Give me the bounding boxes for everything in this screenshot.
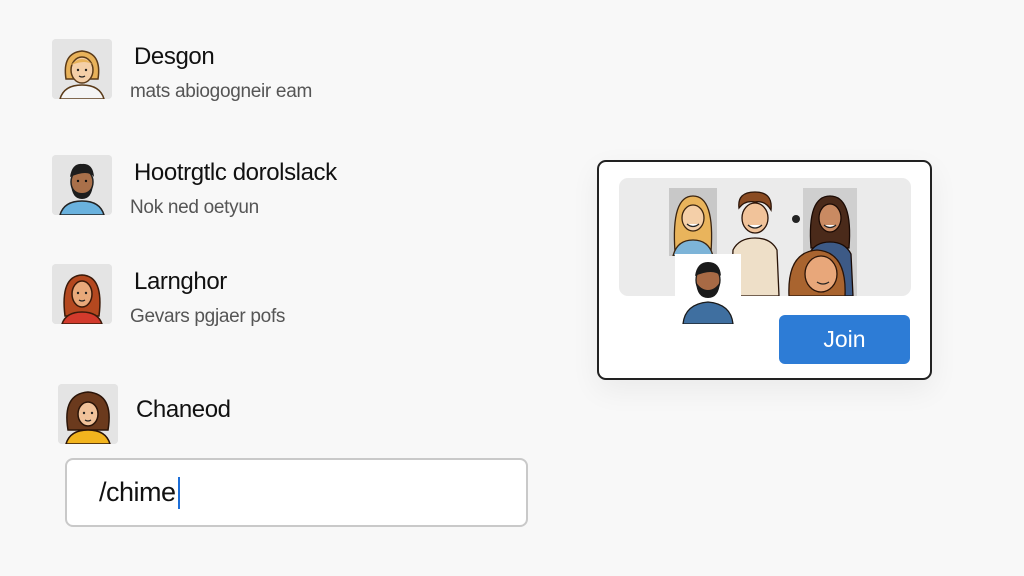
video-call-card: Join [597, 160, 932, 380]
user-avatar[interactable] [52, 155, 112, 215]
message-author[interactable]: Chaneod [136, 396, 231, 424]
chat-window: Desgon mats abiogogneir eam Hootrgtlc do… [0, 0, 1024, 576]
user-avatar[interactable] [52, 39, 112, 99]
woman-curly-hair-avatar-icon [58, 384, 118, 444]
woman-red-hair-avatar-icon [52, 264, 112, 324]
participant-tile [675, 254, 741, 324]
woman-waving-icon [788, 249, 846, 296]
call-participants-preview [619, 178, 911, 296]
user-avatar[interactable] [58, 384, 118, 444]
message-text: mats abiogogneir eam [130, 81, 312, 102]
blonde-woman-icon [672, 195, 714, 256]
microphone-dot-icon [789, 212, 803, 226]
woman-blonde-avatar-icon [52, 39, 112, 99]
text-caret [177, 476, 180, 509]
participant-tile [777, 244, 857, 296]
message-author[interactable]: Desgon [134, 43, 215, 71]
message-composer-input[interactable]: /chime [65, 458, 528, 527]
message-text: Nok ned oetyun [130, 197, 259, 218]
message-text: Gevars pgjaer pofs [130, 306, 286, 327]
bearded-man-icon [682, 262, 734, 324]
composer-text: /chime [99, 477, 176, 507]
message-author[interactable]: Hootrgtlc dorolslack [134, 159, 337, 187]
user-avatar[interactable] [52, 264, 112, 324]
join-call-button[interactable]: Join [779, 315, 910, 364]
man-beard-avatar-icon [52, 155, 112, 215]
participant-tile [669, 188, 717, 256]
message-author[interactable]: Larnghor [134, 268, 227, 296]
